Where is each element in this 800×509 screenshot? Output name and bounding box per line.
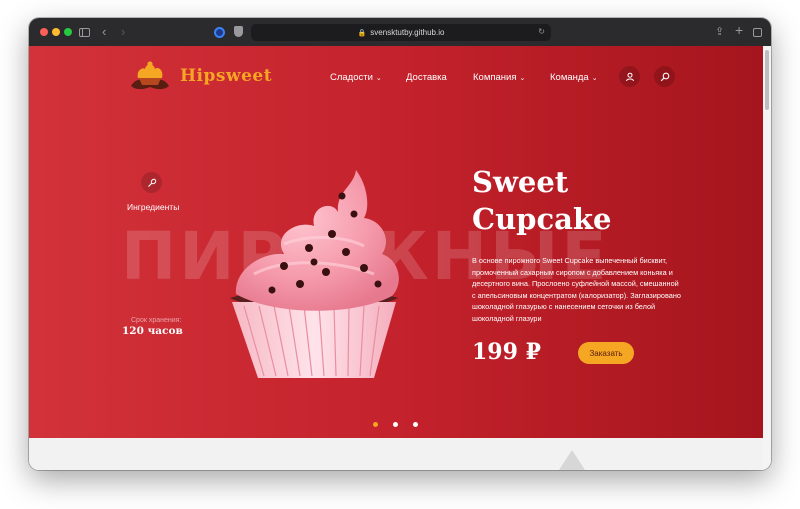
- nav-item-label: Команда: [550, 72, 589, 83]
- scrollbar-thumb[interactable]: [765, 50, 769, 110]
- browser-window: ‹ › 🔒 svensktutby.github.io ↻ ⇪ + ПИРОЖН…: [29, 18, 771, 470]
- logo-icon[interactable]: [127, 58, 173, 94]
- cupcake-image: [230, 170, 399, 378]
- hero-section: ПИРОЖНЫЕ Hipsweet Сладости⌄ Доставка Ком…: [29, 46, 763, 438]
- address-url: svensktutby.github.io: [370, 28, 445, 37]
- sidebar-toggle-icon[interactable]: [79, 28, 90, 37]
- lock-icon: 🔒: [357, 29, 367, 37]
- section-decoration: [559, 450, 585, 470]
- close-window-button[interactable]: [40, 28, 48, 36]
- nav-item-label: Компания: [473, 72, 517, 83]
- nav-item-label: Сладости: [330, 72, 373, 83]
- nav-item-delivery[interactable]: Доставка: [406, 72, 447, 83]
- logo-text[interactable]: Hipsweet: [180, 66, 272, 86]
- search-button[interactable]: [654, 66, 675, 87]
- slider-dot[interactable]: [393, 422, 398, 427]
- reload-icon[interactable]: ↻: [538, 27, 545, 36]
- order-button[interactable]: Заказать: [578, 342, 634, 364]
- address-bar[interactable]: 🔒 svensktutby.github.io ↻: [251, 24, 551, 41]
- shelf-life-label: Срок хранения:: [131, 317, 182, 324]
- ingredients-label[interactable]: Ингредиенты: [127, 202, 179, 212]
- forward-icon[interactable]: ›: [121, 25, 125, 39]
- nav-item-sweets[interactable]: Сладости ⌄: [330, 72, 382, 83]
- ingredients-button[interactable]: [141, 172, 162, 193]
- page-viewport: ПИРОЖНЫЕ Hipsweet Сладости⌄ Доставка Ком…: [29, 46, 771, 470]
- user-button[interactable]: [619, 66, 640, 87]
- zoom-window-button[interactable]: [64, 28, 72, 36]
- slider-dot[interactable]: [413, 422, 418, 427]
- user-icon: [625, 72, 634, 81]
- chevron-down-icon: ⌄: [375, 75, 382, 82]
- product-description: В основе пирожного Sweet Cupcake выпечен…: [472, 256, 681, 323]
- product-price: 199 ₽: [472, 339, 541, 365]
- share-icon[interactable]: ⇪: [715, 25, 724, 39]
- next-section: [29, 438, 763, 470]
- product-title: Sweet Cupcake: [472, 165, 612, 236]
- whisk-icon: [147, 178, 156, 187]
- nav-item-label: Доставка: [406, 72, 447, 83]
- chevron-down-icon: ⌄: [519, 75, 526, 82]
- search-icon: [660, 72, 669, 81]
- minimize-window-button[interactable]: [52, 28, 60, 36]
- extension-icon[interactable]: [214, 27, 225, 38]
- shield-icon[interactable]: [234, 26, 243, 37]
- slider-dot-active[interactable]: [373, 422, 378, 427]
- nav-item-company[interactable]: Компания ⌄: [473, 72, 525, 83]
- chevron-down-icon: ⌄: [591, 75, 598, 82]
- back-icon[interactable]: ‹: [102, 25, 106, 39]
- shelf-life-value: 120 часов: [122, 325, 183, 337]
- tab-overview-icon[interactable]: [753, 28, 762, 37]
- new-tab-icon[interactable]: +: [735, 23, 743, 37]
- nav-item-team[interactable]: Команда ⌄: [550, 72, 598, 83]
- browser-toolbar: ‹ › 🔒 svensktutby.github.io ↻ ⇪ +: [29, 18, 771, 46]
